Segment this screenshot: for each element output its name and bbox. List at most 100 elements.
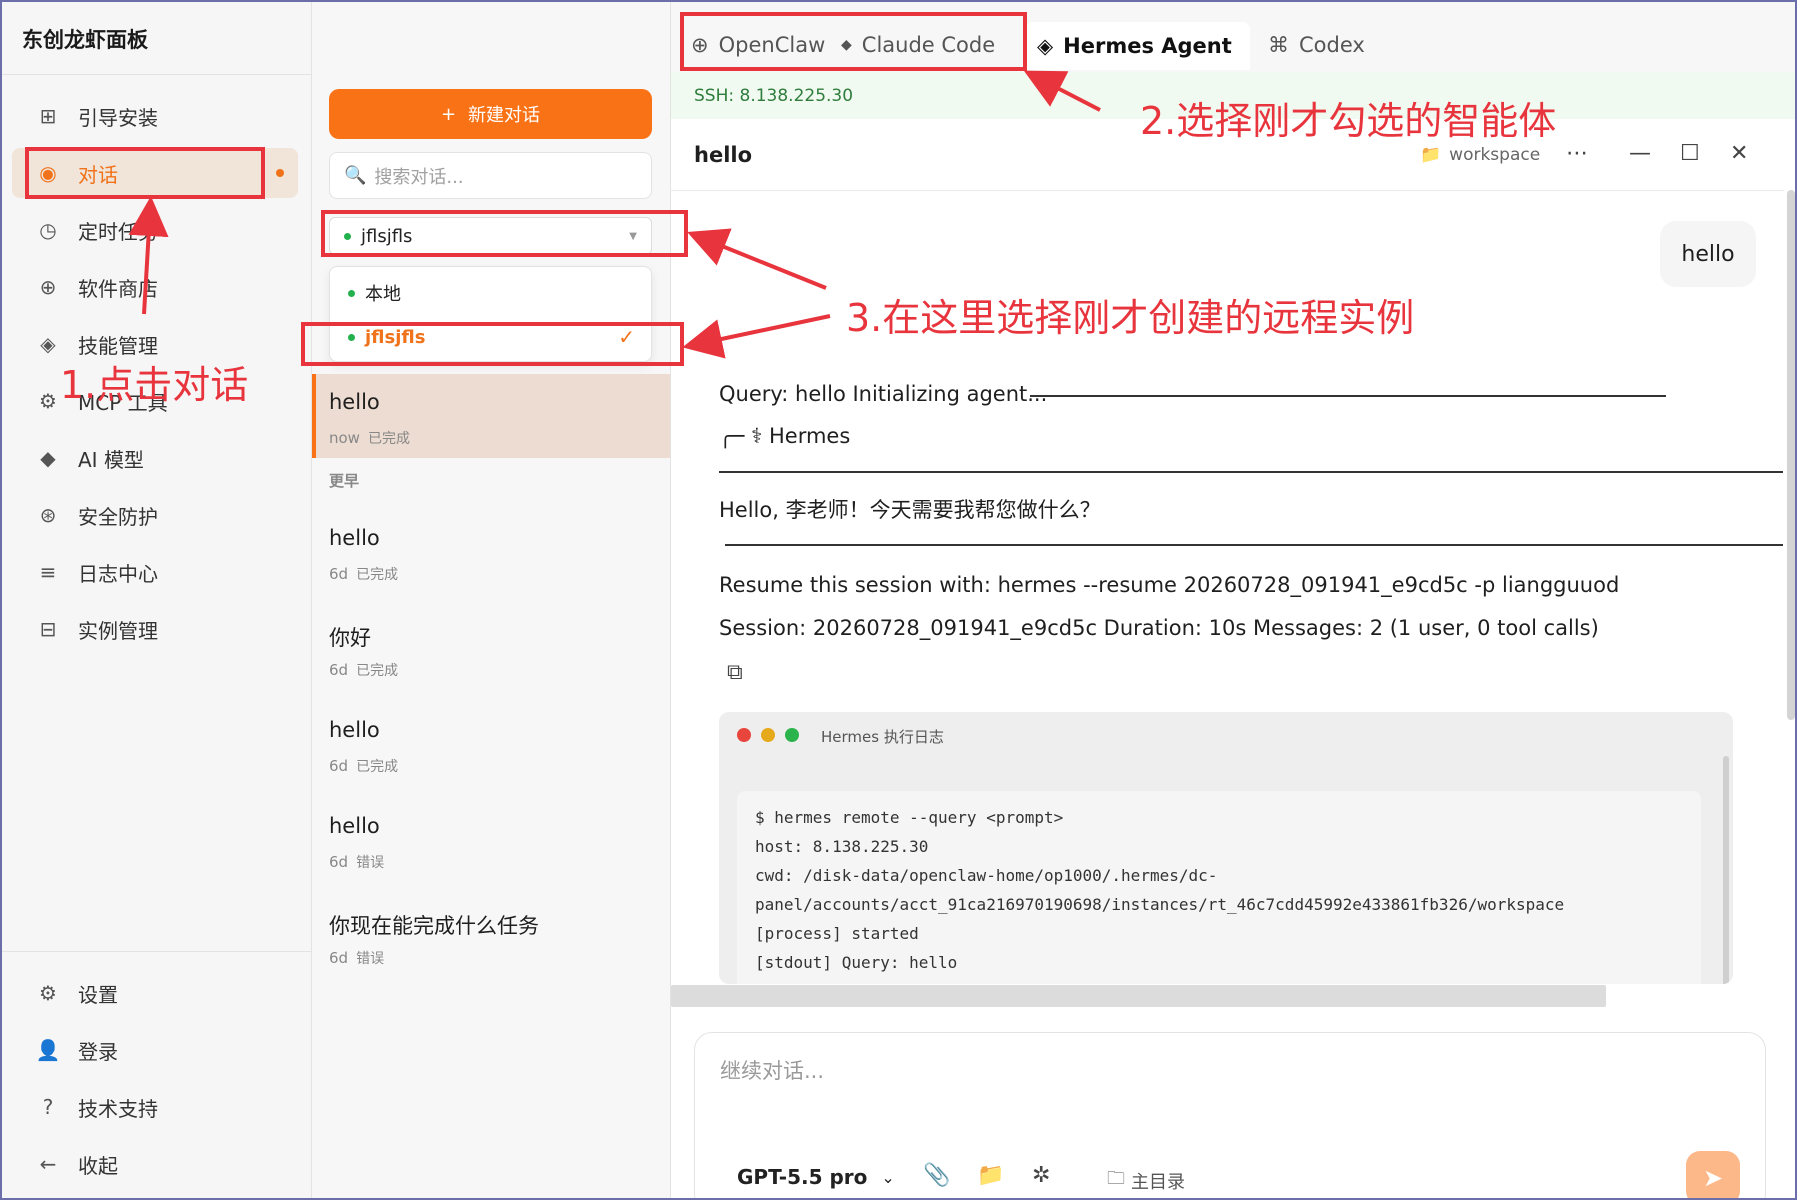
tab-label: Hermes Agent: [1063, 34, 1232, 58]
workspace-button[interactable]: 📁 workspace: [1420, 145, 1540, 165]
execution-log-panel: Hermes 执行日志 $ hermes remote --query <pro…: [719, 712, 1733, 984]
sidebar-item-label: 安全防护: [78, 504, 158, 529]
instance-icon: ⊟: [39, 617, 57, 641]
output-session: Session: 20260728_091941_e9cd5c Duration…: [719, 616, 1599, 640]
log-content: $ hermes remote --query <prompt> host: 8…: [737, 791, 1701, 984]
conversation-item[interactable]: hello 6d 已完成: [312, 510, 670, 594]
model-icon: ◆: [40, 446, 56, 470]
sidebar-item-security[interactable]: ⊛ 安全防护: [12, 490, 298, 540]
conversation-item[interactable]: hello 6d 已完成: [312, 702, 670, 786]
vertical-scrollbar[interactable]: [1787, 190, 1795, 720]
online-status-dot: [348, 289, 355, 297]
sidebar-item-models[interactable]: ◆ AI 模型: [12, 433, 298, 483]
tab-label: Codex: [1299, 33, 1365, 57]
output-hermes-label: ╭─ ⚕ Hermes: [719, 424, 851, 448]
chevron-down-icon: ⌄: [881, 1167, 895, 1187]
folder-icon[interactable]: 📁: [977, 1163, 1004, 1188]
collapse-button[interactable]: ← 收起: [12, 1139, 298, 1189]
send-button[interactable]: ➤: [1686, 1151, 1740, 1198]
maximize-icon[interactable]: ☐: [1680, 141, 1700, 166]
skill-icon: ◈: [40, 332, 56, 356]
copy-icon[interactable]: ⧉: [727, 660, 743, 685]
annotation-box-chat: [25, 147, 265, 199]
annotation-step1: 1.点击对话: [60, 363, 249, 407]
output-resume: Resume this session with: hermes --resum…: [719, 573, 1620, 597]
conversation-title: 你现在能完成什么任务: [329, 914, 539, 938]
log-title: Hermes 执行日志: [821, 728, 944, 746]
conversation-meta: 6d 错误: [329, 949, 385, 967]
chat-title: hello: [694, 143, 753, 167]
conversation-title: 你好: [329, 626, 371, 650]
workspace-label: workspace: [1449, 145, 1541, 165]
model-selector[interactable]: GPT-5.5 pro ⌄: [737, 1165, 895, 1189]
horizontal-scrollbar[interactable]: [671, 985, 1606, 1007]
home-dir-label: 主目录: [1131, 1172, 1185, 1193]
tab-codex[interactable]: ⌘ Codex: [1268, 24, 1365, 66]
collapse-icon: ←: [39, 1152, 57, 1176]
shield-icon: ⊛: [39, 503, 57, 527]
support-button[interactable]: ? 技术支持: [12, 1082, 298, 1132]
sidebar-item-logs[interactable]: ≡ 日志中心: [12, 547, 298, 597]
sidebar-item-label: 软件商店: [78, 276, 158, 301]
search-icon: 🔍: [344, 165, 367, 186]
option-label: 本地: [365, 284, 401, 305]
grid-icon: ⊞: [39, 104, 57, 128]
user-icon: 👤: [35, 1038, 61, 1062]
sidebar-item-label: 收起: [78, 1153, 118, 1178]
tab-hermes-agent[interactable]: ◈ Hermes Agent: [1025, 22, 1250, 70]
plugin-icon[interactable]: ✲: [1032, 1163, 1050, 1188]
conversation-meta: 6d 已完成: [329, 565, 399, 583]
sidebar-item-schedule[interactable]: ◷ 定时任务: [12, 205, 298, 255]
conversation-meta: 6d 已完成: [329, 757, 399, 775]
home-directory-button[interactable]: 🗀 主目录: [1107, 1166, 1185, 1196]
conversation-item[interactable]: 你好 6d 已完成: [312, 606, 670, 690]
new-chat-label: 新建对话: [468, 105, 541, 126]
close-icon[interactable]: ✕: [1730, 141, 1748, 166]
sidebar-item-setup[interactable]: ⊞ 引导安装: [12, 91, 298, 141]
sidebar-item-instances[interactable]: ⊟ 实例管理: [12, 604, 298, 654]
composer-placeholder: 继续对话...: [720, 1059, 825, 1083]
conversation-item-active[interactable]: hello now 已完成: [312, 374, 670, 458]
output-query-line: Query: hello Initializing agent...: [719, 382, 1048, 406]
folder-icon: 📁: [1420, 145, 1442, 165]
sidebar-item-label: AI 模型: [78, 447, 144, 472]
message-composer[interactable]: 继续对话... GPT-5.5 pro ⌄ 📎 📁 ✲ 🗀 主目录 ➤: [694, 1032, 1766, 1198]
conversation-title: hello: [329, 814, 380, 838]
settings-button[interactable]: ⚙ 设置: [12, 968, 298, 1018]
conversation-title: hello: [329, 526, 380, 550]
notification-dot: [276, 169, 284, 177]
sidebar-item-label: 登录: [78, 1039, 118, 1064]
conversation-item[interactable]: 你现在能完成什么任务 6d 错误: [312, 894, 670, 978]
login-button[interactable]: 👤 登录: [12, 1025, 298, 1075]
conversation-list-panel: + 新建对话 🔍 搜索对话... jflsjfls ▼ 本地 jflsjfls …: [312, 2, 671, 1198]
conversation-title: hello: [329, 390, 380, 414]
sidebar-item-label: 日志中心: [78, 561, 158, 586]
new-chat-button[interactable]: + 新建对话: [329, 89, 652, 139]
model-label: GPT-5.5 pro: [737, 1165, 868, 1189]
log-icon: ≡: [39, 560, 57, 584]
minimize-icon[interactable]: —: [1629, 141, 1651, 166]
log-scrollbar[interactable]: [1723, 756, 1729, 984]
traffic-light-yellow: [761, 728, 775, 742]
more-icon[interactable]: ⋯: [1566, 141, 1588, 166]
command-icon: ⌘: [1268, 33, 1289, 57]
divider: [719, 471, 1783, 473]
search-input[interactable]: 🔍 搜索对话...: [329, 152, 652, 199]
annotation-box-option: [301, 322, 684, 366]
attach-icon[interactable]: 📎: [923, 1163, 950, 1188]
brand-title: 东创龙虾面板: [22, 28, 148, 52]
sidebar-item-label: 设置: [78, 982, 118, 1007]
plus-icon: +: [440, 103, 457, 125]
divider: [2, 951, 312, 952]
dropdown-option-local[interactable]: 本地: [330, 271, 651, 315]
conversation-meta: 6d 已完成: [329, 661, 399, 679]
section-label-earlier: 更早: [329, 472, 360, 490]
conversation-item[interactable]: hello 6d 错误: [312, 798, 670, 882]
output-greeting: Hello, 李老师！今天需要我帮您做什么？: [719, 498, 1101, 522]
divider: [725, 544, 1783, 546]
divider: [2, 74, 312, 75]
sidebar-item-label: 实例管理: [78, 618, 158, 643]
sidebar-item-store[interactable]: ⊕ 软件商店: [12, 262, 298, 312]
divider: [1030, 395, 1666, 397]
search-placeholder: 搜索对话...: [374, 166, 464, 188]
